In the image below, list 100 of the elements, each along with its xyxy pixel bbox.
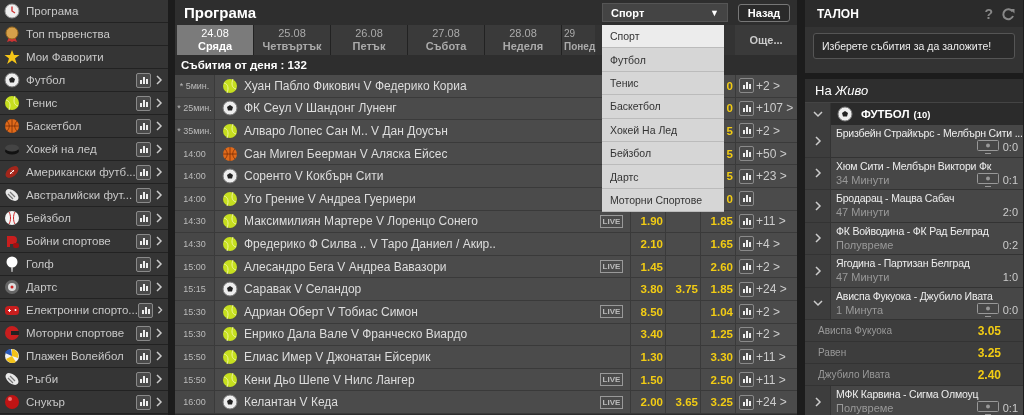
odds-value[interactable]: 1.25 xyxy=(710,328,733,341)
stats-icon[interactable] xyxy=(136,210,151,226)
more-markets-link[interactable]: +2 > xyxy=(756,304,781,319)
stats-icon[interactable] xyxy=(136,72,151,88)
odds-value[interactable]: 2.10 xyxy=(640,237,663,250)
sidebar-item[interactable]: Футбол xyxy=(0,69,168,92)
date-tab[interactable]: 28.08 Неделя xyxy=(485,25,562,55)
chevron-icon[interactable] xyxy=(154,351,164,361)
stats-icon[interactable] xyxy=(739,394,754,410)
event-name[interactable]: Саравак V Селандор xyxy=(244,282,362,297)
sidebar-item[interactable]: Австралийски фут... xyxy=(0,184,168,207)
event-name[interactable]: Елиас Имер V Джонатан Ейсерик xyxy=(244,349,431,364)
more-markets-link[interactable]: +2 > xyxy=(756,327,781,342)
event-name[interactable]: Адриан Оберт V Тобиас Симон xyxy=(244,304,418,319)
refresh-icon[interactable] xyxy=(1001,6,1015,21)
sidebar-item[interactable]: Хокей на лед xyxy=(0,138,168,161)
more-markets-link[interactable]: +50 > xyxy=(756,146,787,161)
chevron-icon[interactable] xyxy=(812,396,823,407)
stats-icon[interactable] xyxy=(136,394,151,410)
more-tab[interactable]: Още... xyxy=(735,25,797,55)
chevron-icon[interactable] xyxy=(154,374,164,384)
odds-value[interactable]: 8.50 xyxy=(640,305,663,318)
more-markets-link[interactable]: +2 > xyxy=(756,259,781,274)
chevron-icon[interactable] xyxy=(154,190,164,200)
sidebar-item[interactable]: Програма xyxy=(0,0,168,23)
odds-value[interactable]: 3.30 xyxy=(710,350,733,363)
match-teams[interactable]: Бродарац - Мацва Сабач xyxy=(836,192,1018,205)
stats-icon[interactable] xyxy=(136,118,151,134)
stats-icon[interactable] xyxy=(739,146,754,162)
sidebar-item[interactable]: Дартс xyxy=(0,276,168,299)
stats-icon[interactable] xyxy=(739,191,754,207)
stats-icon[interactable] xyxy=(739,304,754,320)
stats-icon[interactable] xyxy=(739,372,754,387)
stats-icon[interactable] xyxy=(136,371,151,387)
date-tab[interactable]: 27.08 Събота xyxy=(408,25,485,55)
chevron-icon[interactable] xyxy=(812,200,823,211)
chevron-icon[interactable] xyxy=(154,236,164,246)
chevron-icon[interactable] xyxy=(154,121,164,131)
chevron-icon[interactable] xyxy=(812,233,823,244)
sidebar-item[interactable]: Моторни спортове xyxy=(0,322,168,345)
chevron-icon[interactable] xyxy=(812,109,823,119)
stats-icon[interactable] xyxy=(136,348,151,364)
sidebar-item[interactable]: Електронни спорто... xyxy=(0,299,168,322)
chevron-icon[interactable] xyxy=(155,305,164,315)
event-name[interactable]: Алесандро Бега V Андреа Вавазори xyxy=(244,259,447,274)
more-markets-link[interactable]: +24 > xyxy=(756,282,787,297)
back-button[interactable]: Назад xyxy=(738,3,790,22)
event-name[interactable]: Соренто V Кокбърн Сити xyxy=(244,169,384,184)
odds-value[interactable]: 1.45 xyxy=(640,260,663,273)
odds-value[interactable]: 2.60 xyxy=(710,260,733,273)
match-teams[interactable]: ФК Войводина - ФК Рад Белград xyxy=(836,224,1018,237)
more-markets-link[interactable]: +11 > xyxy=(756,349,786,364)
odds-value[interactable]: 3.05 xyxy=(977,323,1001,338)
chevron-icon[interactable] xyxy=(154,328,164,338)
event-name[interactable]: ФК Сеул V Шандонг Луненг xyxy=(244,101,397,116)
odds-value[interactable]: 5 xyxy=(726,170,733,183)
stats-icon[interactable] xyxy=(739,78,754,94)
date-tab[interactable]: 29 Понед xyxy=(562,25,596,55)
odds-value[interactable]: 3.80 xyxy=(640,283,663,296)
odds-value[interactable]: 0 xyxy=(726,79,733,92)
chevron-icon[interactable] xyxy=(154,213,164,223)
more-markets-link[interactable]: +2 > xyxy=(756,78,781,93)
event-name[interactable]: Алваро Лопес Сан М.. V Дан Доусън xyxy=(244,124,448,138)
odds-value[interactable]: 3.40 xyxy=(640,328,663,341)
match-teams[interactable]: МФК Карвина - Сигма Олмоуц xyxy=(836,388,1018,401)
odds-value[interactable]: 5 xyxy=(726,147,733,160)
sidebar-item[interactable]: Топ първенства xyxy=(0,23,168,46)
sidebar-item[interactable]: Плажен Волейбол xyxy=(0,345,168,368)
more-markets-link[interactable]: +24 > xyxy=(756,395,787,410)
more-markets-link[interactable]: +107 > xyxy=(756,101,794,116)
match-teams[interactable]: Ягодина - Партизан Белград xyxy=(836,257,1018,270)
sport-dropdown[interactable]: Спорт ▼ xyxy=(602,3,728,22)
more-markets-link[interactable]: +11 > xyxy=(756,214,786,229)
stats-icon[interactable] xyxy=(739,123,754,139)
chevron-icon[interactable] xyxy=(154,282,164,292)
odds-value[interactable]: 2.50 xyxy=(710,373,733,386)
chevron-icon[interactable] xyxy=(154,397,164,407)
stats-icon[interactable] xyxy=(137,302,153,318)
stats-icon[interactable] xyxy=(136,325,151,341)
odds-value[interactable]: 3.25 xyxy=(710,396,733,409)
sidebar-item[interactable]: Ръгби xyxy=(0,368,168,391)
event-name[interactable]: Енрико Дала Вале V Франческо Виардо xyxy=(244,327,468,342)
event-name[interactable]: Келантан V Кеда xyxy=(244,395,338,410)
sidebar-item[interactable]: Снукър xyxy=(0,391,168,414)
stats-icon[interactable] xyxy=(739,236,754,252)
event-name[interactable]: Фредерико Ф Силва .. V Таро Даниел / Акир.. xyxy=(244,236,496,251)
more-markets-link[interactable]: +23 > xyxy=(756,169,787,184)
sidebar-item[interactable]: Бойни спортове xyxy=(0,230,168,253)
stats-icon[interactable] xyxy=(136,187,151,203)
help-icon[interactable]: ? xyxy=(984,5,993,22)
stats-icon[interactable] xyxy=(739,213,754,229)
stats-icon[interactable] xyxy=(136,164,151,180)
date-tab[interactable]: 26.08 Петък xyxy=(331,25,408,55)
sidebar-item[interactable]: Голф xyxy=(0,253,168,276)
odds-value[interactable]: 0 xyxy=(726,102,733,115)
stats-icon[interactable] xyxy=(136,279,151,295)
chevron-icon[interactable] xyxy=(154,167,164,177)
sidebar-item[interactable]: Бейзбол xyxy=(0,207,168,230)
odds-value[interactable]: 3.65 xyxy=(675,396,698,409)
more-markets-link[interactable]: +2 > xyxy=(756,124,781,138)
